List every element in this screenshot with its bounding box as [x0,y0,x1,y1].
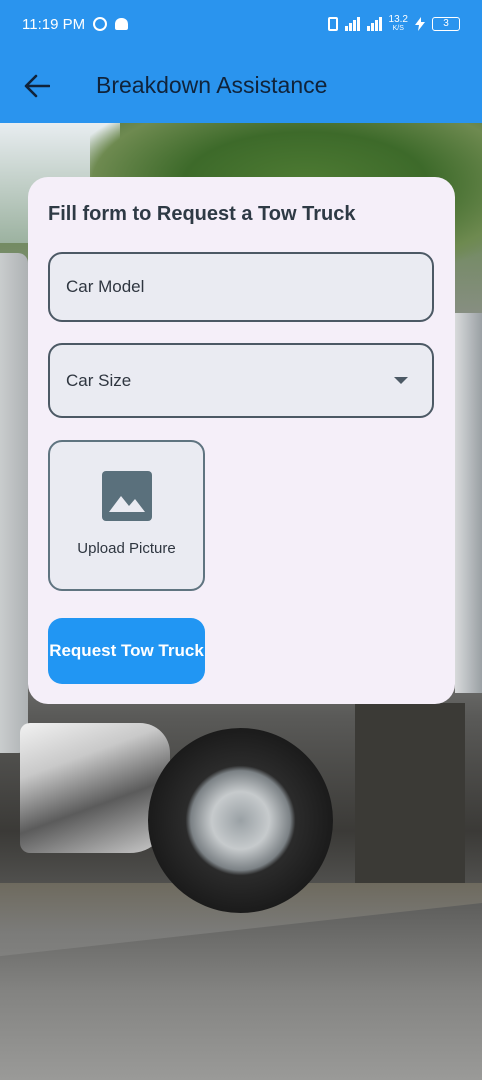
back-button[interactable] [0,48,74,123]
request-tow-truck-button[interactable]: Request Tow Truck [48,618,205,684]
status-left: 11:19 PM [22,15,129,33]
status-time: 11:19 PM [22,15,86,33]
dropdown-arrow-icon [394,377,408,384]
signal-icon [366,17,382,31]
image-icon [101,471,152,521]
vibrate-icon [327,17,338,31]
network-speed-unit: K/S [392,25,404,32]
request-form-card: Fill form to Request a Tow Truck Car Mod… [28,177,455,704]
network-speed: 13.2 K/S [389,15,408,33]
page-title: Breakdown Assistance [96,72,328,98]
upload-picture-button[interactable]: Upload Picture [48,440,205,591]
charging-icon [415,17,425,31]
status-bar: 11:19 PM 13.2 K/S 3 [0,0,482,48]
battery-icon: 3 [432,17,460,31]
app-bar: Breakdown Assistance [0,48,482,123]
lte-signal-icon [344,17,360,31]
car-size-placeholder: Car Size [66,370,132,390]
car-model-placeholder: Car Model [66,277,145,296]
whatsapp-icon [93,17,108,31]
arrow-back-icon [24,74,50,97]
car-size-dropdown[interactable]: Car Size [48,343,434,418]
network-speed-value: 13.2 [388,14,408,25]
status-right: 13.2 K/S 3 [327,15,460,33]
car-model-input[interactable]: Car Model [48,252,434,322]
form-title: Fill form to Request a Tow Truck [48,203,356,225]
upload-label: Upload Picture [77,540,176,557]
android-icon [115,18,129,30]
